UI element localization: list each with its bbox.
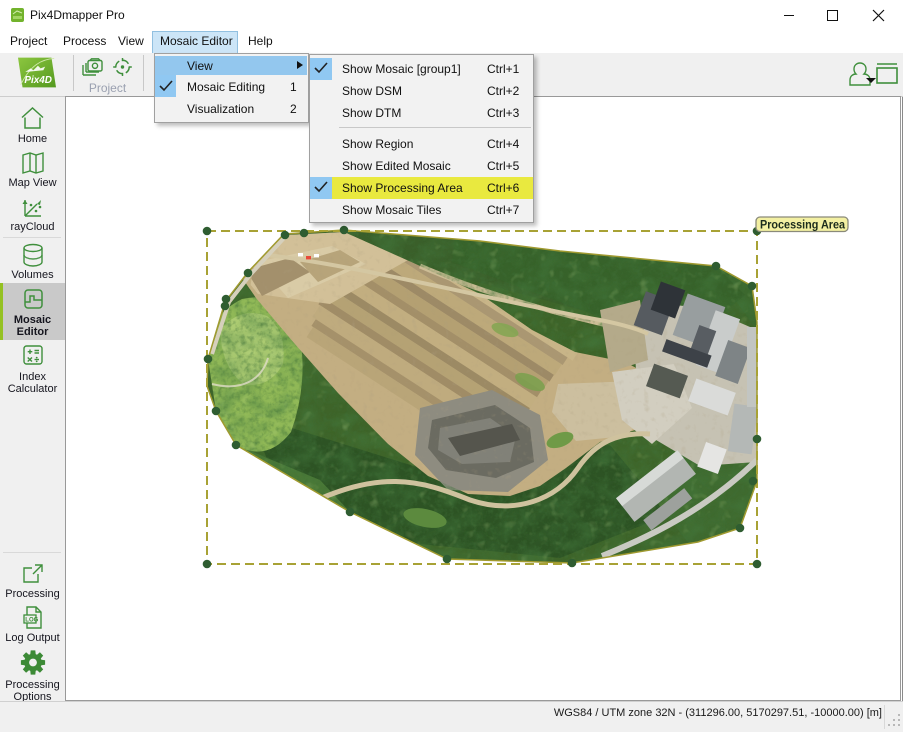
- svg-text:LOG: LOG: [25, 618, 38, 624]
- svg-text:Pix4D: Pix4D: [24, 75, 52, 86]
- svg-text:Processing Area: Processing Area: [760, 218, 845, 232]
